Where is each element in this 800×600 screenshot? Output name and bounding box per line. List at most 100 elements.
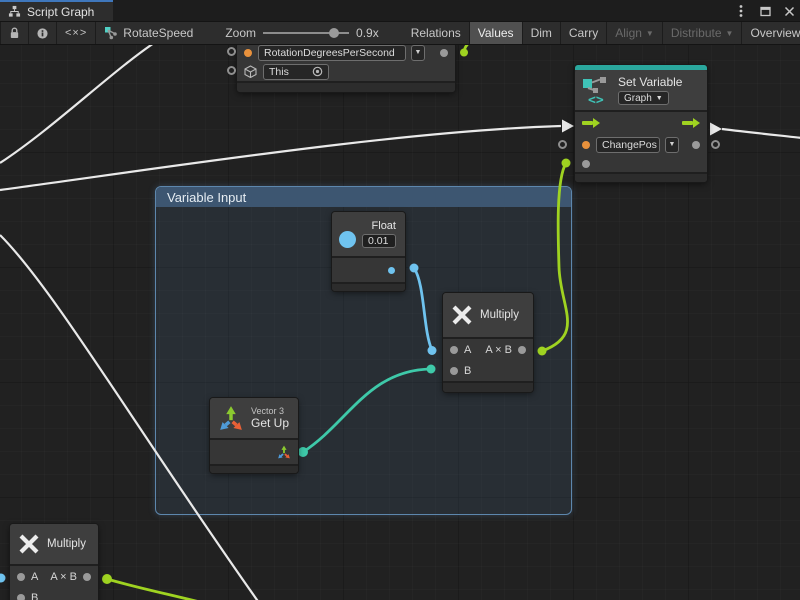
toolbar-gap <box>387 22 403 44</box>
kebab-menu-icon[interactable] <box>734 4 748 18</box>
vector3-output-port[interactable] <box>277 445 291 459</box>
input-port-ring[interactable] <box>227 47 236 56</box>
node-footer <box>237 81 455 92</box>
values-button[interactable]: Values <box>470 22 523 44</box>
zoom-value: 0.9x <box>356 26 379 40</box>
value-input-port[interactable] <box>582 160 590 168</box>
zoom-slider[interactable] <box>263 27 349 39</box>
graph-breadcrumb[interactable]: RotateSpeed <box>96 22 201 44</box>
get-up-node[interactable]: Vector 3 Get Up <box>210 398 298 473</box>
tab-script-graph[interactable]: Script Graph <box>0 0 113 21</box>
float-node[interactable]: Float 0.01 <box>332 212 405 291</box>
graph-toolbar: <×> RotateSpeed Zoom 0.9x Relations Valu… <box>0 22 800 45</box>
variable-scope-dropdown[interactable]: Graph ▼ <box>618 91 669 105</box>
node-title: Multiply <box>47 538 86 550</box>
set-variable-icon: <> <box>581 75 611 105</box>
multiply-node[interactable]: Multiply A A × B B <box>443 293 533 392</box>
wire-arrowhead <box>710 123 722 136</box>
input-port-b[interactable] <box>17 594 25 600</box>
window-controls <box>734 0 796 22</box>
zoom-control: Zoom 0.9x <box>217 22 386 44</box>
node-footer <box>443 381 533 392</box>
node-type-label: Vector 3 <box>251 406 289 416</box>
input-port-ring[interactable] <box>227 66 236 75</box>
relations-button[interactable]: Relations <box>403 22 470 44</box>
wire-white-out-set-variable <box>722 129 800 138</box>
wire-endpoint <box>0 574 6 583</box>
graph-canvas[interactable]: Variable Input <box>0 45 800 600</box>
wire-white-topleft <box>0 45 160 163</box>
wire-endpoint <box>460 49 468 57</box>
node-footer <box>575 172 707 182</box>
inspect-button[interactable] <box>29 22 57 44</box>
output-port[interactable] <box>518 346 526 354</box>
node-footer <box>332 282 405 291</box>
node-title: Multiply <box>480 309 519 321</box>
variable-name-dropdown[interactable]: RotationDegreesPerSecond <box>258 45 406 61</box>
float-output-port[interactable] <box>388 267 395 274</box>
set-variable-node[interactable]: <> Set Variable Graph ▼ <box>575 65 707 182</box>
wire-endpoint <box>562 159 571 168</box>
dim-button[interactable]: Dim <box>523 22 561 44</box>
overview-button[interactable]: Overview <box>742 22 800 44</box>
scope-value: Graph <box>624 93 652 104</box>
node-title: Float <box>362 220 396 232</box>
graph-hierarchy-icon <box>8 5 21 18</box>
chevron-down-icon: ▼ <box>656 95 663 102</box>
output-port[interactable] <box>83 573 91 581</box>
input-port-ring[interactable] <box>558 140 567 149</box>
info-icon <box>37 27 48 40</box>
wire-arrowhead <box>562 120 574 133</box>
node-footer <box>210 464 298 473</box>
variable-port[interactable] <box>582 141 590 149</box>
input-port-a[interactable] <box>450 346 458 354</box>
group-title: Variable Input <box>167 190 246 205</box>
flow-output-arrow[interactable] <box>682 117 700 129</box>
script-graph-window: Script Graph <box>0 0 800 600</box>
chevron-down-icon: ▼ <box>646 29 654 38</box>
chevron-down-icon[interactable]: ▼ <box>665 137 679 153</box>
get-variable-node[interactable]: RotationDegreesPerSecond ▼ This <box>237 45 455 92</box>
float-value-input[interactable]: 0.01 <box>362 234 396 248</box>
input-port-b[interactable] <box>450 367 458 375</box>
wire-endpoint <box>102 574 112 584</box>
maximize-icon[interactable] <box>758 4 772 18</box>
chevron-down-icon[interactable]: ▼ <box>411 45 425 61</box>
input-port-a[interactable] <box>17 573 25 581</box>
port-label-result: A × B <box>50 571 77 583</box>
wire-lime-stub <box>464 45 470 52</box>
port-label-a: A <box>464 344 471 356</box>
flow-input-arrow[interactable] <box>582 117 600 129</box>
carry-button[interactable]: Carry <box>561 22 607 44</box>
code-toggle-label: <×> <box>65 27 87 39</box>
output-port-ring[interactable] <box>711 140 720 149</box>
output-port[interactable] <box>692 141 700 149</box>
zoom-slider-handle[interactable] <box>329 28 339 38</box>
graph-asset-icon <box>104 26 118 40</box>
wire-white-into-set-variable <box>0 126 561 190</box>
object-picker-icon[interactable] <box>312 66 323 77</box>
target-field[interactable]: This <box>263 64 329 80</box>
multiply-icon <box>451 304 473 326</box>
group-header[interactable]: Variable Input <box>156 187 571 207</box>
lock-button[interactable] <box>1 22 29 44</box>
port-label-a: A <box>31 571 38 583</box>
tab-title: Script Graph <box>27 5 94 19</box>
lock-icon <box>9 26 20 40</box>
port-label-result: A × B <box>485 344 512 356</box>
align-dropdown[interactable]: Align▼ <box>607 22 663 44</box>
wire-lime-bottom <box>107 579 212 600</box>
code-preview-button[interactable]: <×> <box>57 22 96 44</box>
value-output-port[interactable] <box>440 49 448 57</box>
multiply-icon <box>18 533 40 555</box>
tab-bar: Script Graph <box>0 0 800 22</box>
gameobject-cube-icon <box>244 65 257 78</box>
close-icon[interactable] <box>782 4 796 18</box>
multiply-node-bottom[interactable]: Multiply A A × B B <box>10 524 98 600</box>
svg-text:<>: <> <box>588 93 604 105</box>
variable-port[interactable] <box>244 49 252 57</box>
node-title: Get Up <box>251 416 289 430</box>
variable-name-dropdown[interactable]: ChangePos <box>596 137 660 153</box>
distribute-dropdown[interactable]: Distribute▼ <box>663 22 743 44</box>
graph-name: RotateSpeed <box>123 26 193 40</box>
